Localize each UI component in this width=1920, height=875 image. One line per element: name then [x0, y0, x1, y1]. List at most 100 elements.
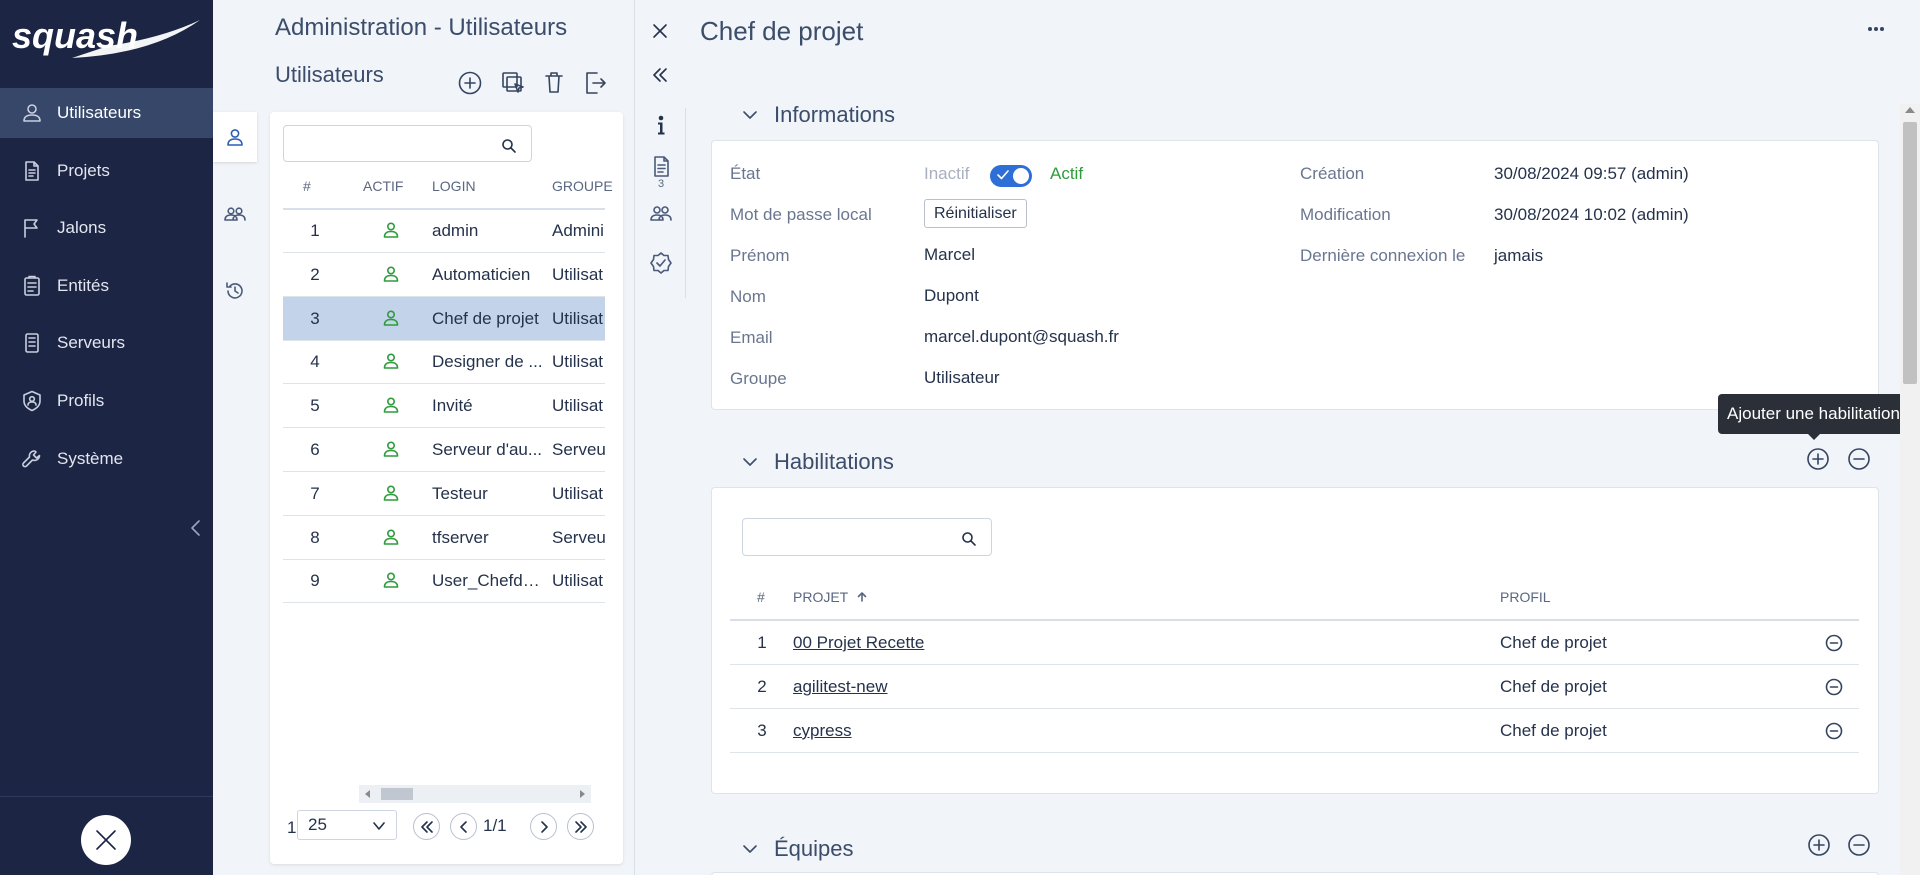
- table-row[interactable]: 4 Designer de ... Utilisat: [283, 340, 605, 385]
- horizontal-scrollbar[interactable]: [359, 785, 591, 803]
- profile-value[interactable]: Chef de projet: [1500, 721, 1607, 741]
- add-user-button[interactable]: [455, 68, 485, 98]
- document-count-badge: 3: [657, 178, 665, 190]
- nav-item-profils[interactable]: Profils: [0, 376, 213, 426]
- table-row[interactable]: 6 Serveur d'au... Serveu: [283, 428, 605, 472]
- next-page-button[interactable]: [530, 813, 557, 840]
- last-page-button[interactable]: [567, 813, 594, 840]
- page-size-select[interactable]: 25: [297, 810, 397, 840]
- reset-password-button[interactable]: Réinitialiser: [924, 199, 1027, 228]
- remove-habilitation-button[interactable]: [1846, 446, 1872, 472]
- row-number: 9: [310, 571, 320, 591]
- tab-users[interactable]: [213, 112, 257, 162]
- squash-logo[interactable]: squash: [12, 10, 202, 62]
- chevron-left-icon: [459, 820, 467, 833]
- nav-item-jalons[interactable]: Jalons: [0, 203, 213, 253]
- group-field[interactable]: Utilisateur: [924, 368, 1000, 388]
- tab-teams-detail[interactable]: [648, 200, 674, 226]
- tab-permissions[interactable]: [648, 250, 674, 276]
- scroll-left-arrow-icon[interactable]: [365, 790, 370, 798]
- section-header-habilitations[interactable]: Habilitations: [740, 449, 894, 475]
- export-icon: [586, 72, 606, 94]
- column-header-group[interactable]: GROUPE: [552, 178, 613, 194]
- scrollbar-thumb[interactable]: [381, 788, 413, 800]
- column-header-login[interactable]: LOGIN: [432, 178, 476, 194]
- add-habilitation-button[interactable]: [1805, 446, 1831, 472]
- user-search-input[interactable]: [283, 125, 532, 162]
- remove-circle-icon[interactable]: [1824, 677, 1844, 697]
- active-user-icon: [383, 572, 399, 589]
- remove-circle-icon[interactable]: [1824, 633, 1844, 653]
- profile-value[interactable]: Chef de projet: [1500, 677, 1607, 697]
- nav-item-entites[interactable]: Entités: [0, 261, 213, 311]
- project-link[interactable]: 00 Projet Recette: [793, 633, 924, 653]
- column-header-profile[interactable]: PROFIL: [1500, 589, 1551, 605]
- column-header-num[interactable]: #: [757, 589, 765, 605]
- table-row[interactable]: 1 admin Admini: [283, 209, 605, 253]
- profile-value[interactable]: Chef de projet: [1500, 633, 1607, 653]
- section-header-equipes[interactable]: Équipes: [740, 836, 854, 862]
- page-size-value: 25: [308, 815, 327, 834]
- nav-item-serveurs[interactable]: Serveurs: [0, 318, 213, 368]
- sort-ascending-icon: [857, 592, 867, 602]
- habilitation-search-input[interactable]: [742, 518, 992, 556]
- close-detail-button[interactable]: [648, 19, 672, 43]
- nav-item-utilisateurs[interactable]: Utilisateurs: [0, 88, 213, 138]
- column-header-project[interactable]: PROJET: [793, 589, 868, 605]
- tab-information[interactable]: [648, 112, 674, 138]
- scroll-right-arrow-icon[interactable]: [580, 790, 585, 798]
- nav-item-label: Serveurs: [57, 333, 126, 353]
- created-value: 30/08/2024 09:57 (admin): [1494, 164, 1689, 183]
- table-row[interactable]: 9 User_Chefde... Utilisat: [283, 559, 605, 604]
- project-link[interactable]: agilitest-new: [793, 677, 888, 697]
- table-row[interactable]: 5 Invité Utilisat: [283, 384, 605, 429]
- table-row[interactable]: 3 Chef de projet Utilisat: [283, 296, 605, 341]
- close-button[interactable]: [81, 815, 131, 865]
- add-team-button[interactable]: [1806, 832, 1832, 858]
- nav-item-projets[interactable]: Projets: [0, 146, 213, 196]
- remove-circle-icon: [1848, 448, 1870, 470]
- active-user-icon: [383, 353, 399, 370]
- active-user-icon: [383, 441, 399, 457]
- project-link[interactable]: cypress: [793, 721, 852, 741]
- export-button[interactable]: [580, 68, 610, 98]
- scrollbar-thumb[interactable]: [1903, 122, 1917, 384]
- scroll-up-arrow-icon[interactable]: [1905, 107, 1915, 113]
- badge-check-icon: [650, 252, 672, 274]
- previous-page-button[interactable]: [450, 813, 477, 840]
- collapse-nav-icon[interactable]: [186, 516, 206, 540]
- collapse-list-button[interactable]: [649, 64, 671, 86]
- user-group: Utilisat: [552, 308, 604, 328]
- active-toggle[interactable]: [990, 165, 1032, 187]
- tab-history[interactable]: [213, 266, 257, 316]
- column-header-num[interactable]: #: [303, 178, 311, 194]
- nav-item-label: Projets: [57, 160, 110, 180]
- more-options-icon[interactable]: [1864, 20, 1888, 38]
- section-header-informations[interactable]: Informations: [740, 102, 895, 128]
- remove-team-button[interactable]: [1846, 832, 1872, 858]
- table-row[interactable]: 2 Automaticien Utilisat: [283, 253, 605, 297]
- chevron-down-icon: [743, 845, 757, 853]
- panel-divider: [634, 0, 635, 875]
- column-header-active[interactable]: ACTIF: [363, 178, 403, 194]
- nav-item-systeme[interactable]: Système: [0, 434, 213, 484]
- remove-circle-icon[interactable]: [1824, 721, 1844, 741]
- search-icon: [962, 532, 976, 546]
- lastname-field[interactable]: Dupont: [924, 286, 979, 306]
- tab-teams[interactable]: [213, 189, 257, 239]
- table-row[interactable]: 7 Testeur Utilisat: [283, 472, 605, 516]
- mass-select-button[interactable]: [498, 68, 528, 98]
- first-page-button[interactable]: [413, 813, 440, 840]
- row-number: 3: [310, 308, 320, 328]
- delete-user-button[interactable]: [539, 68, 569, 98]
- table-row: 3 cypress Chef de projet: [730, 709, 1859, 753]
- table-row[interactable]: 8 tfserver Serveu: [283, 516, 605, 560]
- modified-label: Modification: [1300, 205, 1391, 224]
- tab-documents[interactable]: [648, 154, 674, 180]
- section-title: Informations: [774, 102, 896, 127]
- table-row: 2 agilitest-new Chef de projet: [730, 665, 1859, 709]
- row-number: 6: [310, 440, 320, 459]
- email-field[interactable]: marcel.dupont@squash.fr: [924, 327, 1119, 347]
- firstname-field[interactable]: Marcel: [924, 245, 975, 265]
- active-user-icon: [383, 266, 399, 282]
